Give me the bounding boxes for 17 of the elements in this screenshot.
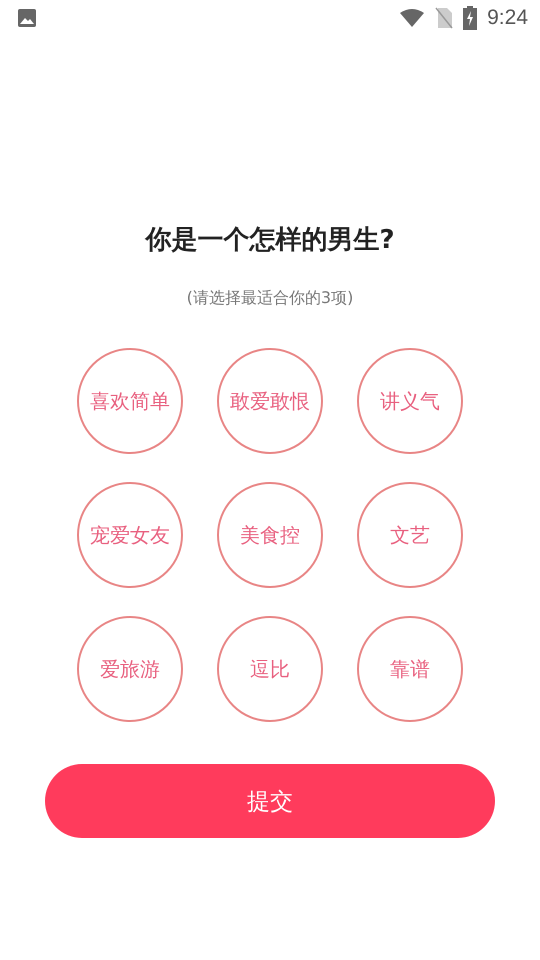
option-circle[interactable]: 逗比 bbox=[217, 616, 323, 722]
option-circle[interactable]: 文艺 bbox=[357, 482, 463, 588]
status-time: 9:24 bbox=[487, 6, 528, 30]
option-circle[interactable]: 靠谱 bbox=[357, 616, 463, 722]
option-circle[interactable]: 敢爱敢恨 bbox=[217, 348, 323, 454]
wifi-icon bbox=[399, 8, 426, 28]
submit-button[interactable]: 提交 bbox=[45, 764, 495, 838]
image-icon bbox=[17, 8, 37, 28]
no-sim-icon bbox=[435, 7, 454, 29]
option-circle[interactable]: 宠爱女友 bbox=[77, 482, 183, 588]
option-circle[interactable]: 喜欢简单 bbox=[77, 348, 183, 454]
option-circle[interactable]: 讲义气 bbox=[357, 348, 463, 454]
battery-charging-icon bbox=[463, 6, 478, 30]
question-hint: (请选择最适合你的3项) bbox=[186, 288, 354, 308]
option-circle[interactable]: 美食控 bbox=[217, 482, 323, 588]
question-title: 你是一个怎样的男生? bbox=[145, 224, 395, 257]
option-circle[interactable]: 爱旅游 bbox=[77, 616, 183, 722]
